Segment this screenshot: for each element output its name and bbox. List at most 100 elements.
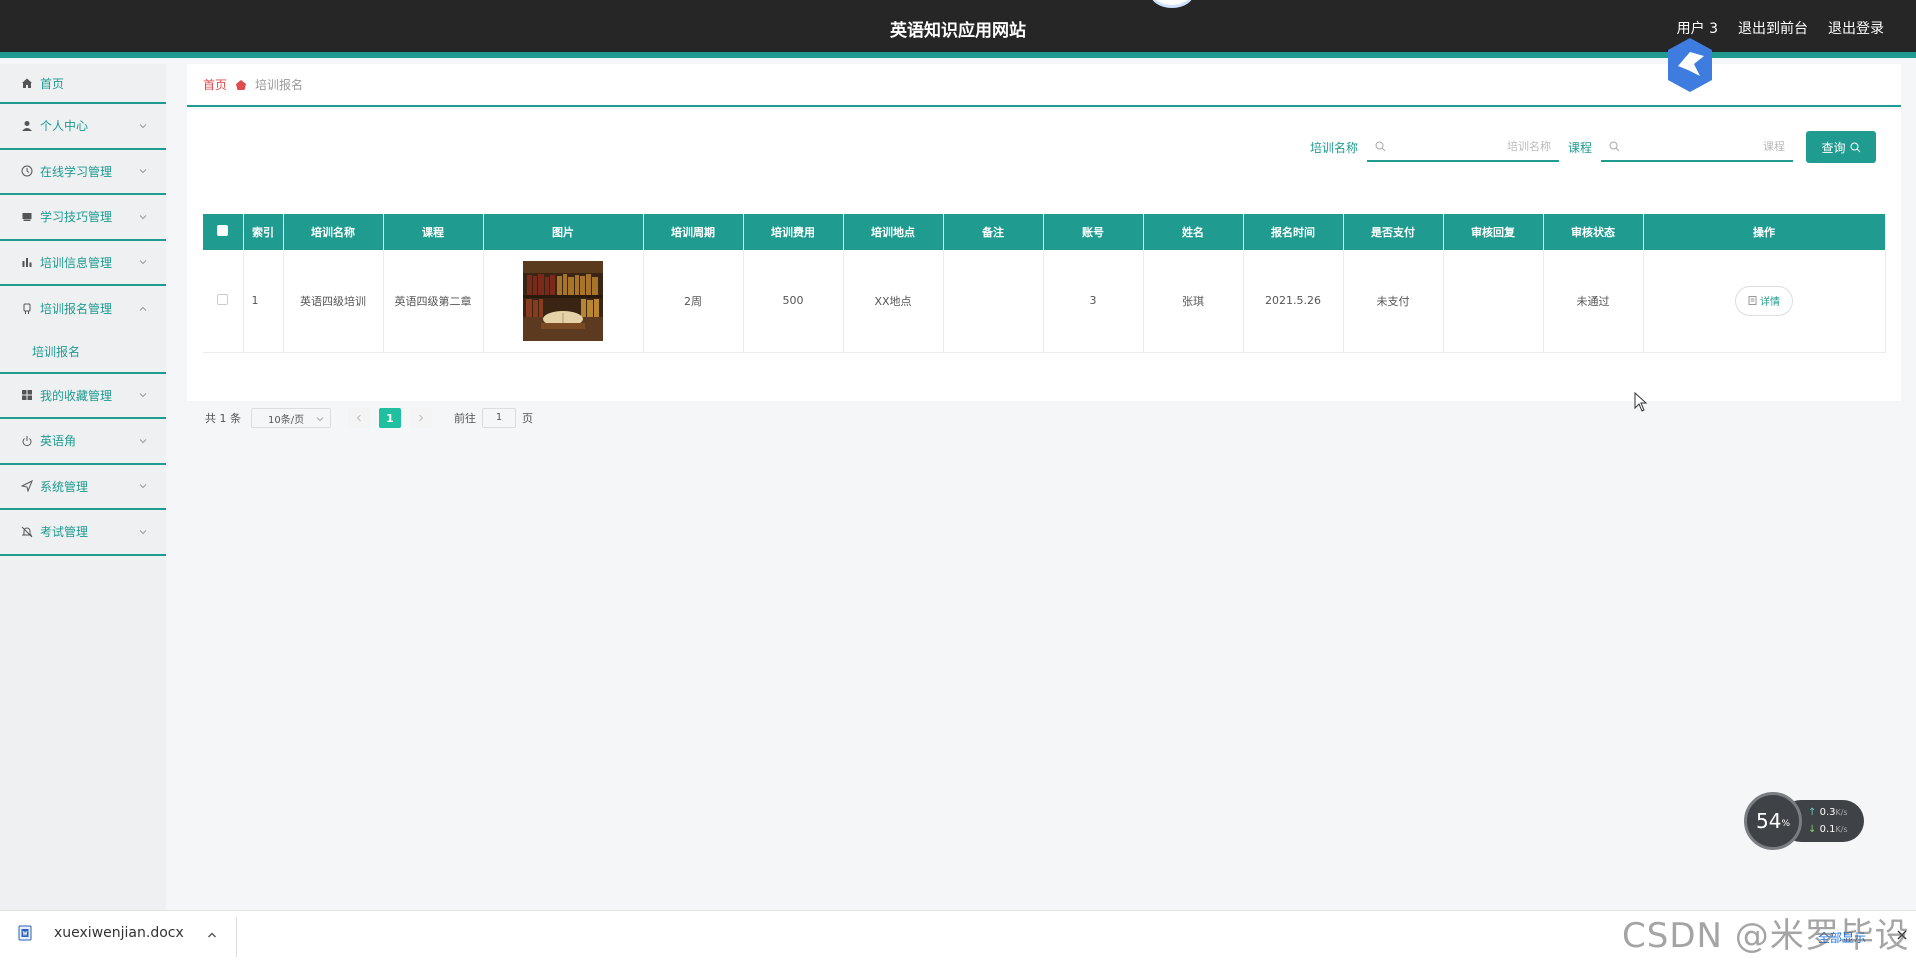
col-header-period: 培训周期 <box>643 214 744 250</box>
cell-paid: 未支付 <box>1343 250 1444 353</box>
sidebar-item-training-info[interactable]: 培训信息管理 <box>0 241 166 286</box>
search-icon <box>1375 141 1386 152</box>
sidebar-item-label: 培训报名管理 <box>40 302 113 317</box>
search-bar: 培训名称 课程 查询 <box>1310 131 1876 163</box>
goto-page-input[interactable]: 1 <box>482 408 516 428</box>
breadcrumb-home[interactable]: 首页 <box>203 76 227 93</box>
cell-remark <box>943 250 1044 353</box>
next-page-button[interactable] <box>410 408 432 428</box>
download-item[interactable]: xuexiwenjian.docx <box>18 925 184 941</box>
up-arrow-icon: ↑ <box>1808 807 1817 818</box>
row-select-cell[interactable] <box>203 250 244 353</box>
detail-button[interactable]: 详情 <box>1735 285 1793 316</box>
page-size-select[interactable]: 10条/页 <box>251 408 331 428</box>
col-header-person: 姓名 <box>1143 214 1244 250</box>
sidebar-item-label: 考试管理 <box>40 525 89 540</box>
sidebar-item-label: 培训信息管理 <box>40 255 113 270</box>
cell-course: 英语四级第二章 <box>383 250 484 353</box>
document-icon <box>1748 296 1757 306</box>
cell-action: 详情 <box>1643 250 1886 353</box>
page-size-value: 10条/页 <box>268 414 305 426</box>
prev-page-button[interactable] <box>348 408 370 428</box>
sidebar: 首页 个人中心 在线学习管理 学习技巧管理 培训信息管理 培训报名管理 培训报名… <box>0 64 166 910</box>
book-icon <box>20 210 34 224</box>
col-header-remark: 备注 <box>943 214 1044 250</box>
logout-link[interactable]: 退出登录 <box>1828 18 1884 38</box>
col-header-signup-time: 报名时间 <box>1243 214 1344 250</box>
chevron-left-icon <box>356 414 361 422</box>
download-filename: xuexiwenjian.docx <box>54 925 184 941</box>
sidebar-item-study-tips[interactable]: 学习技巧管理 <box>0 195 166 241</box>
goto-suffix: 页 <box>522 412 533 425</box>
chevron-down-icon <box>139 169 147 174</box>
sidebar-item-system[interactable]: 系统管理 <box>0 465 166 510</box>
cell-index: 1 <box>243 250 284 353</box>
sidebar-item-favorites[interactable]: 我的收藏管理 <box>0 374 166 419</box>
col-header-fee: 培训费用 <box>743 214 844 250</box>
cell-reply <box>1443 250 1544 353</box>
col-header-paid: 是否支付 <box>1343 214 1444 250</box>
course-label: 课程 <box>1567 140 1592 155</box>
chevron-down-icon <box>139 438 147 443</box>
training-name-input[interactable] <box>1366 132 1559 160</box>
breadcrumb-separator-icon <box>236 79 247 90</box>
sidebar-item-english-corner[interactable]: 英语角 <box>0 419 166 465</box>
sidebar-item-online-learning[interactable]: 在线学习管理 <box>0 150 166 195</box>
page-number-button[interactable]: 1 <box>379 408 401 428</box>
close-icon[interactable] <box>1896 929 1908 941</box>
col-header-index: 索引 <box>243 214 284 250</box>
col-header-location: 培训地点 <box>843 214 944 250</box>
send-icon <box>20 479 34 493</box>
query-button[interactable]: 查询 <box>1806 131 1876 163</box>
table-header-row: 索引 培训名称 课程 图片 培训周期 培训费用 培训地点 备注 账号 姓名 报名… <box>203 214 1886 250</box>
show-all-downloads-link[interactable]: 全部显示 <box>1818 929 1866 946</box>
cell-training-name: 英语四级培训 <box>283 250 384 353</box>
sidebar-item-label: 个人中心 <box>40 119 89 134</box>
sidebar-item-personal-center[interactable]: 个人中心 <box>0 104 166 150</box>
upload-rate: ↑ 0.3K/s <box>1808 807 1864 818</box>
upload-unit: K/s <box>1835 808 1848 817</box>
breadcrumb: 首页 培训报名 <box>187 64 1901 107</box>
detail-button-label: 详情 <box>1760 297 1780 309</box>
chevron-down-icon <box>139 393 147 398</box>
user-label[interactable]: 用户 3 <box>1677 18 1718 38</box>
home-icon <box>20 76 34 90</box>
breadcrumb-current: 培训报名 <box>255 78 304 92</box>
col-header-action: 操作 <box>1643 214 1886 250</box>
sidebar-item-label: 学习技巧管理 <box>40 210 113 225</box>
network-speed-widget: ↑ 0.3K/s ↓ 0.1K/s 54% <box>1744 792 1864 850</box>
cell-image <box>483 250 644 353</box>
select-all-cell[interactable] <box>203 214 244 250</box>
select-all-checkbox[interactable] <box>217 225 229 236</box>
bird-logo-icon <box>1668 38 1712 92</box>
col-header-image: 图片 <box>483 214 644 250</box>
cell-period: 2周 <box>643 250 744 353</box>
sidebar-item-label: 我的收藏管理 <box>40 388 113 403</box>
download-unit: K/s <box>1835 825 1848 834</box>
submenu-item-training-signup[interactable]: 培训报名 <box>0 332 166 374</box>
sidebar-item-home[interactable]: 首页 <box>0 64 166 104</box>
chevron-up-icon[interactable] <box>206 929 218 941</box>
chevron-down-icon <box>139 214 147 219</box>
divider <box>236 917 237 957</box>
sidebar-item-label: 英语角 <box>40 434 77 449</box>
row-checkbox[interactable] <box>217 293 229 305</box>
cpu-percent-dial[interactable]: 54% <box>1744 792 1802 850</box>
col-header-status: 审核状态 <box>1543 214 1644 250</box>
cell-location: XX地点 <box>843 250 944 353</box>
chevron-right-icon <box>419 414 424 422</box>
cell-account: 3 <box>1043 250 1144 353</box>
course-input[interactable] <box>1601 132 1793 160</box>
down-arrow-icon: ↓ <box>1808 824 1817 835</box>
chevron-down-icon <box>139 529 147 534</box>
header-links: 用户 3 退出到前台 退出登录 <box>1677 18 1884 38</box>
submenu-label: 培训报名 <box>32 345 81 359</box>
cpu-percent-value: 54 <box>1755 809 1782 833</box>
sidebar-item-exams[interactable]: 考试管理 <box>0 510 166 556</box>
grid-icon <box>20 388 34 402</box>
exit-to-front-link[interactable]: 退出到前台 <box>1738 18 1808 38</box>
decorative-circle <box>1150 0 1194 8</box>
signup-table: 索引 培训名称 课程 图片 培训周期 培训费用 培训地点 备注 账号 姓名 报名… <box>203 214 1886 353</box>
course-field <box>1601 132 1793 162</box>
sidebar-item-training-signup[interactable]: 培训报名管理 <box>0 286 166 332</box>
